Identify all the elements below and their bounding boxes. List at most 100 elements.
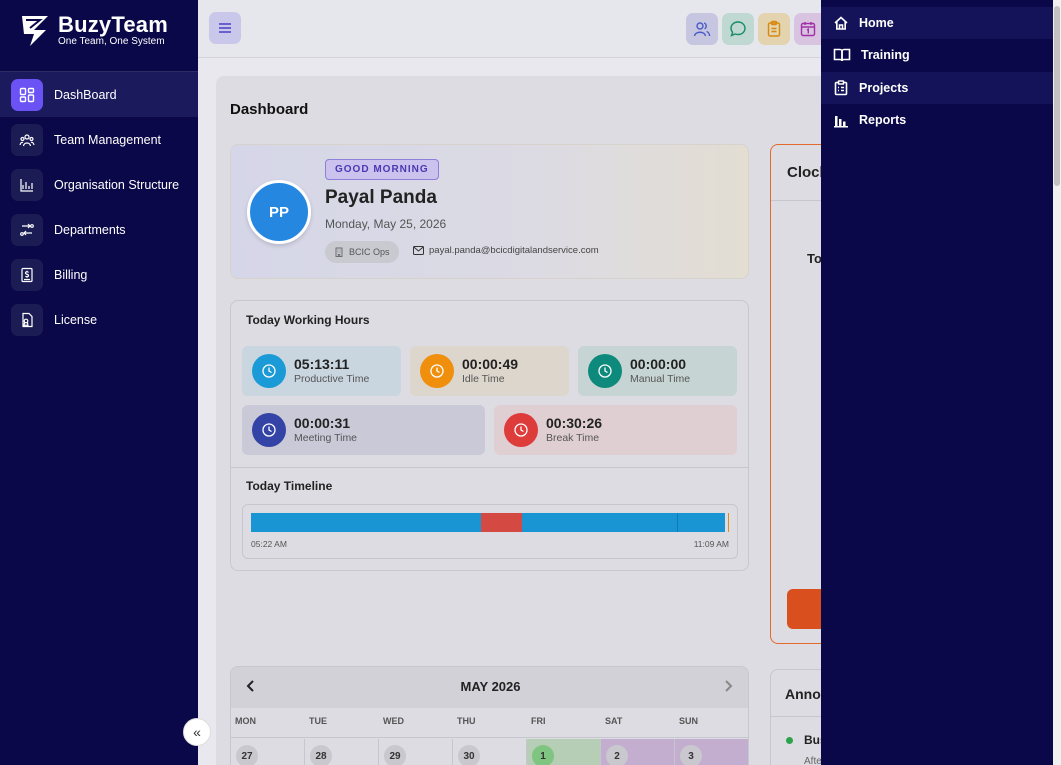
sidebar-collapse-button[interactable]: « — [183, 718, 211, 746]
stat-value: 00:30:26 — [546, 415, 603, 431]
current-date: Monday, May 25, 2026 — [325, 217, 447, 231]
sidebar-item-label: License — [54, 312, 98, 327]
timeline-segment-productive[interactable] — [522, 513, 678, 532]
tasks-button[interactable] — [758, 13, 790, 45]
sidebar-item-billing[interactable]: Billing — [0, 252, 198, 297]
building-icon — [335, 247, 343, 257]
stat-label: Manual Time — [630, 373, 691, 385]
chevron-right-icon — [725, 680, 733, 692]
timeline-bar[interactable] — [251, 513, 725, 532]
reports-icon — [834, 116, 848, 128]
sidebar-item-label: Departments — [54, 222, 126, 237]
license-icon — [11, 303, 43, 336]
menu-item-projects[interactable]: Projects — [821, 72, 1053, 104]
sidebar-item-label: Team Management — [54, 132, 162, 147]
day-number: 2 — [606, 745, 628, 765]
menu-item-label: Projects — [859, 81, 909, 95]
hamburger-icon — [219, 23, 231, 33]
team-icon — [11, 123, 43, 156]
menu-item-label: Reports — [859, 113, 907, 127]
sidebar-item-organisation-structure[interactable]: Organisation Structure — [0, 162, 198, 207]
sidebar-item-dashboard[interactable]: DashBoard — [0, 72, 198, 117]
page-scrollbar[interactable] — [1053, 0, 1061, 765]
brand-logo[interactable]: BuzyTeam One Team, One System — [20, 14, 168, 48]
day-number: 28 — [310, 745, 332, 765]
calendar-button[interactable] — [794, 13, 822, 45]
announcements-title: Anno — [785, 686, 821, 702]
break-time-stat: 00:30:26 Break Time — [494, 405, 737, 455]
weekday-label: SUN — [679, 716, 699, 726]
calendar-day-cell[interactable]: 27 — [231, 739, 305, 765]
clock-card-label: To — [807, 251, 822, 266]
calendar-month: MAY 2026 — [460, 679, 521, 694]
book-icon — [833, 48, 851, 62]
timeline-segment-break[interactable] — [480, 513, 523, 532]
logo-mark-icon — [20, 14, 52, 48]
announcement-item-subtitle: Afte — [804, 756, 822, 765]
stat-label: Break Time — [546, 432, 600, 444]
sidebar-nav: DashBoard Team Management Organisation S… — [0, 72, 198, 342]
stat-label: Idle Time — [462, 373, 505, 385]
menu-item-home[interactable]: Home — [821, 7, 1053, 39]
sidebar-item-label: Organisation Structure — [54, 177, 180, 192]
calendar-card: MAY 2026 MON TUE WED THU FRI SAT SUN 27 … — [230, 666, 749, 765]
sidebar-item-label: DashBoard — [54, 87, 117, 102]
menu-item-label: Training — [861, 48, 910, 62]
calendar-week-row: 27 28 29 30 1 2 3 — [231, 739, 748, 765]
weekday-label: FRI — [531, 716, 546, 726]
day-number: 29 — [384, 745, 406, 765]
page-title: Dashboard — [230, 101, 309, 118]
calendar-day-cell[interactable]: 28 — [305, 739, 379, 765]
departments-icon — [11, 213, 43, 246]
users-button[interactable] — [686, 13, 718, 45]
department-label: BCIC Ops — [349, 247, 390, 257]
email-label: payal.panda@bcicdigitalandservice.com — [429, 245, 599, 256]
org-chart-icon — [11, 168, 43, 201]
scrollbar-thumb[interactable] — [1054, 6, 1060, 186]
timeline-end-label: 11:09 AM — [693, 539, 729, 549]
stat-value: 00:00:31 — [294, 415, 351, 431]
dashboard-icon — [11, 78, 43, 111]
timeline-segment-productive[interactable] — [678, 513, 725, 532]
timeline-segment-productive[interactable] — [251, 513, 481, 532]
calendar-next-button[interactable] — [722, 677, 734, 698]
timeline-start-label: 05:22 AM — [251, 539, 287, 549]
clock-icon — [252, 413, 286, 447]
working-hours-card: Today Working Hours 05:13:11 Productive … — [230, 300, 749, 571]
calendar-day-cell[interactable]: 29 — [379, 739, 453, 765]
status-dot — [786, 737, 793, 744]
sidebar-item-departments[interactable]: Departments — [0, 207, 198, 252]
sidebar-item-team-management[interactable]: Team Management — [0, 117, 198, 162]
calendar-weekdays: MON TUE WED THU FRI SAT SUN — [231, 708, 748, 738]
day-number: 1 — [532, 745, 554, 765]
brand-name: BuzyTeam — [58, 12, 168, 37]
idle-time-stat: 00:00:49 Idle Time — [410, 346, 569, 396]
sidebar: BuzyTeam One Team, One System DashBoard … — [0, 0, 198, 765]
calendar-icon — [800, 22, 816, 37]
calendar-day-cell[interactable]: 30 — [453, 739, 527, 765]
department-chip: BCIC Ops — [325, 241, 399, 263]
calendar-day-cell[interactable]: 2 — [601, 739, 675, 765]
meeting-time-stat: 00:00:31 Meeting Time — [242, 405, 485, 455]
clock-icon — [504, 413, 538, 447]
weekday-label: WED — [383, 716, 404, 726]
user-name: Payal Panda — [325, 187, 437, 208]
timeline-now-marker — [728, 513, 729, 532]
weekday-label: MON — [235, 716, 256, 726]
calendar-day-cell[interactable]: 3 — [675, 739, 748, 765]
billing-icon — [11, 258, 43, 291]
avatar[interactable]: PP — [247, 180, 311, 244]
calendar-day-cell[interactable]: 1 — [527, 739, 601, 765]
menu-item-training[interactable]: Training — [821, 39, 1053, 71]
stat-label: Productive Time — [294, 373, 370, 385]
chat-button[interactable] — [722, 13, 754, 45]
stat-value: 00:00:00 — [630, 356, 687, 372]
menu-item-reports[interactable]: Reports — [821, 104, 1053, 136]
sidebar-item-license[interactable]: License — [0, 297, 198, 342]
manual-time-stat: 00:00:00 Manual Time — [578, 346, 737, 396]
weekday-label: TUE — [309, 716, 327, 726]
stat-value: 00:00:49 — [462, 356, 519, 372]
chat-icon — [730, 21, 746, 37]
hamburger-menu-button[interactable] — [209, 12, 241, 44]
sidebar-item-label: Billing — [54, 267, 88, 282]
